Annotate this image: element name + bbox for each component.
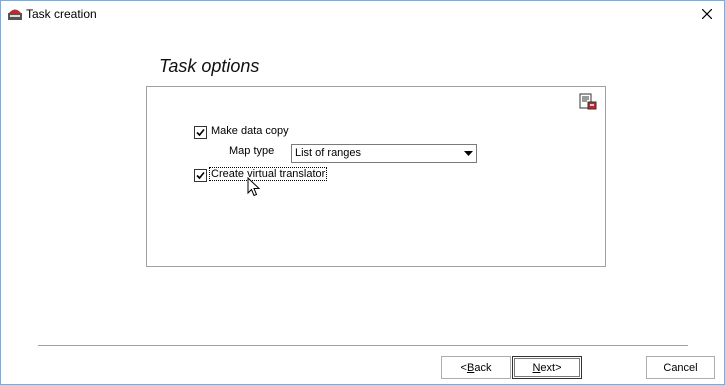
app-icon	[7, 6, 23, 22]
chevron-down-icon	[463, 150, 473, 156]
make-data-copy-label[interactable]: Make data copy	[211, 125, 289, 137]
checkmark-icon	[196, 171, 205, 180]
next-button[interactable]: Next>	[512, 356, 582, 379]
title-bar[interactable]: Task creation	[1, 1, 724, 27]
create-virtual-translator-checkbox[interactable]	[194, 169, 207, 182]
footer-separator	[38, 345, 688, 347]
task-creation-window: Task creation Task options Make data cop…	[0, 0, 725, 385]
cancel-button-label: Cancel	[663, 361, 698, 374]
back-button[interactable]: <Back	[441, 356, 511, 379]
page-title: Task options	[159, 56, 260, 76]
document-settings-icon	[579, 93, 597, 110]
dropdown-button[interactable]	[461, 146, 475, 161]
close-button[interactable]	[690, 1, 724, 27]
create-virtual-translator-label[interactable]: Create virtual translator	[208, 167, 328, 181]
map-type-label: Map type	[229, 145, 275, 157]
make-data-copy-checkbox[interactable]	[194, 126, 207, 139]
window-title: Task creation	[26, 7, 97, 21]
checkmark-icon	[196, 128, 205, 137]
map-type-value: List of ranges	[295, 147, 362, 159]
cancel-button[interactable]: Cancel	[646, 356, 715, 379]
options-panel: Make data copy Map type List of ranges C…	[146, 86, 606, 267]
panel-settings-button[interactable]	[578, 93, 598, 111]
map-type-select[interactable]: List of ranges	[291, 144, 477, 163]
back-rest: ack	[474, 361, 492, 374]
next-button-label: Next>	[532, 362, 561, 374]
close-icon	[702, 9, 712, 19]
next-rest: ext>	[540, 361, 562, 374]
back-button-label: <Back	[461, 362, 492, 374]
